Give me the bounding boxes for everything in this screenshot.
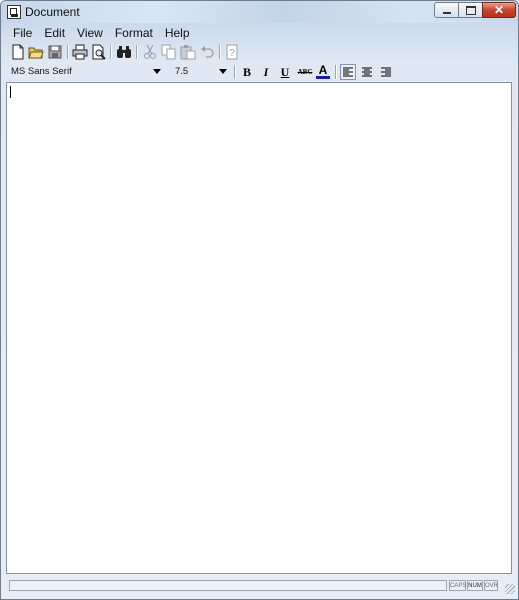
toolbar-separator [335, 65, 337, 79]
menu-bar: File Edit View Format Help [1, 24, 518, 42]
minimize-icon [442, 12, 451, 14]
caps-indicator: CAPS [449, 580, 466, 591]
toolbar-separator [136, 45, 138, 59]
close-icon: ✕ [493, 3, 505, 17]
toolbar-separator [67, 45, 69, 59]
strikethrough-button[interactable]: ABC [296, 64, 314, 80]
num-indicator: NUM [467, 580, 483, 591]
app-window: Document ✕ File Edit View Format Help ? … [0, 0, 519, 600]
new-document-icon[interactable] [10, 44, 26, 60]
resize-grip[interactable] [505, 584, 515, 594]
text-caret [10, 86, 11, 98]
paste-icon[interactable] [180, 44, 196, 60]
standard-toolbar: ? [1, 42, 518, 62]
minimize-button[interactable] [434, 2, 459, 18]
bold-button[interactable]: B [239, 64, 255, 80]
svg-text:?: ? [229, 48, 235, 59]
italic-button[interactable]: I [258, 64, 274, 80]
cut-icon[interactable] [142, 44, 158, 60]
copy-icon[interactable] [161, 44, 177, 60]
font-name-value: MS Sans Serif [11, 66, 72, 77]
align-right-icon [380, 67, 391, 77]
save-icon[interactable] [47, 44, 63, 60]
status-bar: CAPS NUM OVR [1, 577, 518, 597]
menu-view[interactable]: View [71, 24, 109, 42]
maximize-icon [465, 5, 476, 15]
align-left-icon [342, 67, 353, 77]
ovr-indicator: OVR [484, 580, 498, 591]
undo-icon[interactable] [199, 44, 215, 60]
format-toolbar: MS Sans Serif 7.5 B I U ABC A [1, 62, 518, 82]
find-binoculars-icon[interactable] [116, 44, 132, 60]
open-folder-icon[interactable] [28, 44, 44, 60]
print-preview-icon[interactable] [91, 44, 107, 60]
toolbar-separator [219, 45, 221, 59]
chevron-down-icon[interactable] [219, 69, 227, 74]
maximize-button[interactable] [458, 2, 483, 18]
status-message-pane [9, 580, 447, 591]
text-color-swatch [316, 76, 330, 79]
print-icon[interactable] [72, 44, 88, 60]
app-icon[interactable] [7, 5, 21, 19]
text-color-letter: A [318, 63, 328, 77]
menu-edit[interactable]: Edit [38, 24, 71, 42]
close-button[interactable]: ✕ [482, 2, 516, 18]
text-color-button[interactable]: A [315, 64, 331, 80]
menu-file[interactable]: File [7, 24, 38, 42]
help-icon[interactable]: ? [224, 44, 240, 60]
align-left-button[interactable] [340, 64, 356, 80]
underline-button[interactable]: U [277, 64, 293, 80]
align-right-button[interactable] [378, 64, 394, 80]
font-size-combo[interactable]: 7.5 [173, 64, 229, 79]
font-size-value: 7.5 [175, 66, 189, 77]
font-name-combo[interactable]: MS Sans Serif [9, 64, 163, 79]
align-center-button[interactable] [359, 64, 375, 80]
toolbar-separator [110, 45, 112, 59]
toolbar-separator [234, 65, 236, 79]
window-title: Document [25, 5, 80, 19]
menu-format[interactable]: Format [109, 24, 159, 42]
menu-help[interactable]: Help [159, 24, 196, 42]
title-bar[interactable]: Document ✕ [1, 1, 518, 23]
chevron-down-icon[interactable] [153, 69, 161, 74]
document-editor[interactable] [6, 82, 512, 574]
align-center-icon [361, 67, 372, 77]
